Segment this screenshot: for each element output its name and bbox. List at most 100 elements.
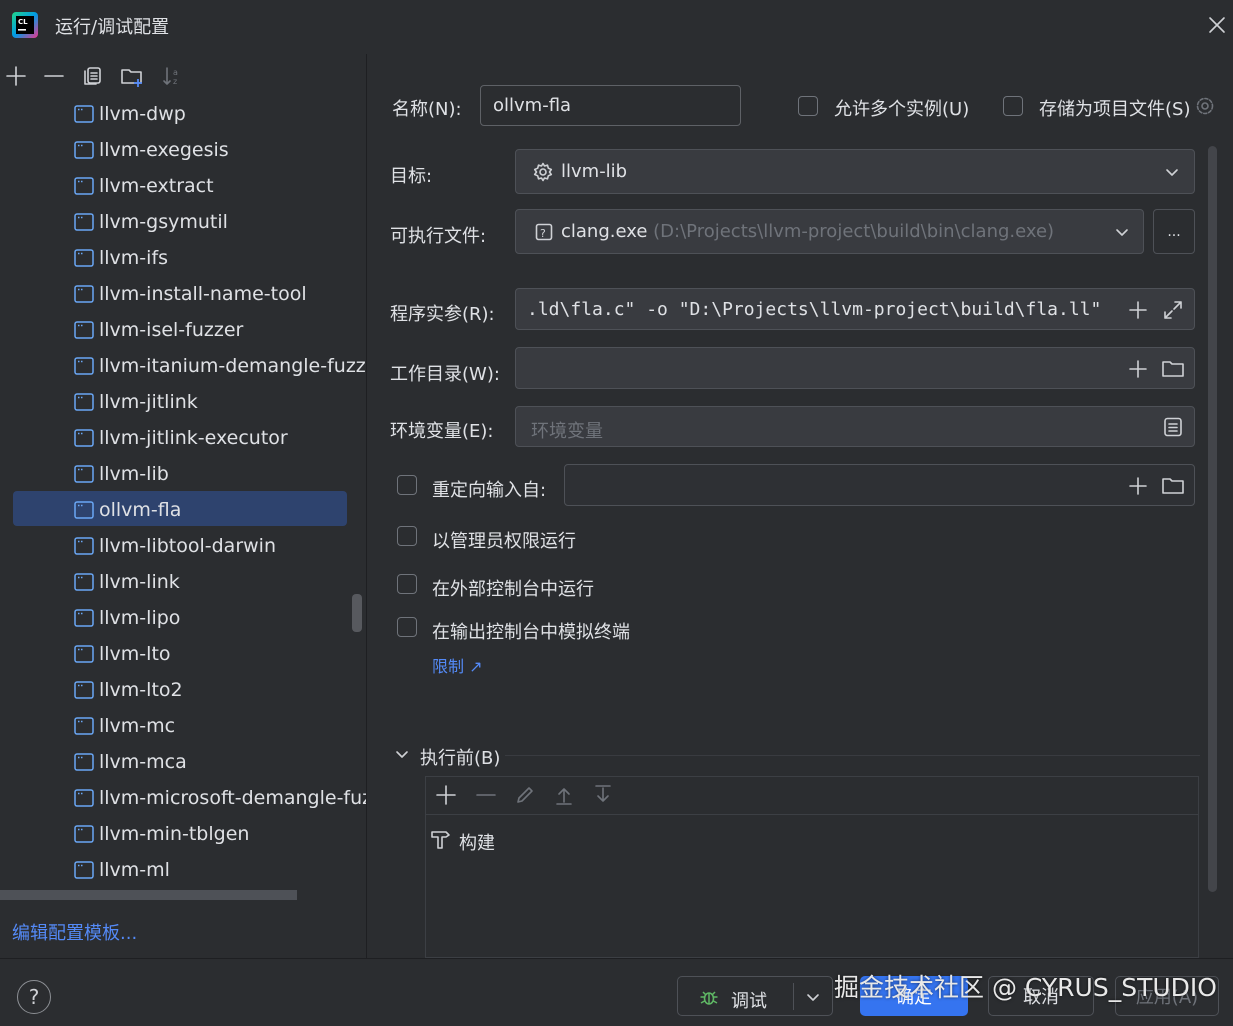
panel-divider[interactable] (366, 54, 367, 958)
tree-item-label: llvm-libtool-darwin (99, 535, 276, 557)
expand-icon[interactable] (1162, 299, 1184, 321)
cmake-app-icon (74, 177, 94, 195)
browse-button[interactable]: ... (1153, 209, 1195, 254)
before-launch-label[interactable]: 执行前(B) (420, 744, 500, 770)
tree-item[interactable]: llvm-lto (74, 638, 171, 670)
executable-label: 可执行文件: (390, 226, 487, 247)
tree-horizontal-scrollbar[interactable] (0, 890, 297, 900)
settings-gear-icon[interactable] (1194, 95, 1216, 117)
name-value: ollvm-fla (493, 95, 572, 116)
chevron-down-icon[interactable] (394, 746, 410, 762)
tree-item[interactable]: llvm-dwp (74, 98, 186, 130)
tree-item[interactable]: ollvm-fla (74, 494, 181, 526)
name-field[interactable]: ollvm-fla (480, 85, 741, 126)
tree-item-label: llvm-lto (99, 643, 171, 665)
program-args-label: 程序实参(R): (390, 304, 495, 325)
split-divider (793, 983, 794, 1010)
tree-item[interactable]: llvm-link (74, 566, 180, 598)
tree-item-label: llvm-microsoft-demangle-fuzzer (99, 787, 366, 809)
tree-item-label: llvm-mc (99, 715, 176, 737)
debug-button[interactable]: 调试 (677, 976, 833, 1016)
tree-item-label: llvm-min-tblgen (99, 823, 250, 845)
tree-item[interactable]: llvm-jitlink (74, 386, 198, 418)
working-dir-label: 工作目录(W): (390, 364, 500, 385)
move-down-icon (592, 784, 614, 806)
tree-item[interactable]: llvm-itanium-demangle-fuzzer (74, 350, 366, 382)
store-as-project-label: 存储为项目文件(S) (1039, 99, 1191, 120)
tree-item[interactable]: llvm-mc (74, 710, 175, 742)
cmake-app-icon (74, 573, 94, 591)
cmake-app-icon (74, 681, 94, 699)
svg-text:a: a (173, 68, 178, 77)
help-button[interactable]: ? (17, 980, 51, 1014)
redirect-input-checkbox[interactable] (397, 475, 417, 495)
list-editor-icon[interactable] (1163, 417, 1183, 437)
new-folder-icon[interactable] (120, 64, 144, 88)
tree-item[interactable]: llvm-ml (74, 854, 170, 886)
edit-templates-link[interactable]: 编辑配置模板... (12, 919, 137, 945)
allow-multiple-checkbox[interactable] (798, 96, 818, 116)
tree-item[interactable]: llvm-extract (74, 170, 214, 202)
debug-label: 调试 (731, 991, 767, 1012)
tree-item[interactable]: llvm-jitlink-executor (74, 422, 288, 454)
remove-icon (475, 784, 497, 806)
store-as-project-checkbox[interactable] (1003, 96, 1023, 116)
tree-item-label: llvm-jitlink-executor (99, 427, 288, 449)
tree-item[interactable]: llvm-lto2 (74, 674, 183, 706)
folder-icon[interactable] (1161, 358, 1185, 380)
tree-item[interactable]: llvm-mca (74, 746, 187, 778)
add-icon[interactable] (435, 784, 457, 806)
tree-item[interactable]: llvm-install-name-tool (74, 278, 307, 310)
external-console-label: 在外部控制台中运行 (432, 579, 594, 600)
cmake-app-icon (74, 429, 94, 447)
target-value: llvm-lib (561, 161, 628, 182)
allow-multiple-label: 允许多个实例(U) (834, 99, 970, 120)
env-field[interactable]: 环境变量 (515, 406, 1195, 447)
tree-item[interactable]: llvm-exegesis (74, 134, 229, 166)
chevron-down-icon[interactable] (805, 989, 821, 1005)
executable-select[interactable]: ? clang.exe (D:\Projects\llvm-project\bu… (515, 209, 1144, 254)
executable-value: clang.exe (D:\Projects\llvm-project\buil… (561, 221, 1054, 242)
tree-item-label: llvm-install-name-tool (99, 283, 307, 305)
add-icon[interactable] (1128, 300, 1148, 320)
working-dir-field[interactable] (515, 347, 1195, 389)
redirect-input-field[interactable] (564, 464, 1195, 506)
tree-item-label: llvm-exegesis (99, 139, 229, 161)
add-icon[interactable] (1128, 476, 1148, 496)
tree-item[interactable]: llvm-lipo (74, 602, 180, 634)
tree-item[interactable]: llvm-lib (74, 458, 169, 490)
cmake-app-icon (74, 753, 94, 771)
program-args-field[interactable]: .ld\fla.c" -o "D:\Projects\llvm-project\… (515, 288, 1195, 330)
limit-link[interactable]: 限制 ↗ (432, 653, 483, 677)
form-vertical-scrollbar[interactable] (1208, 146, 1217, 892)
cmake-app-icon (74, 393, 94, 411)
close-icon[interactable] (1204, 12, 1230, 38)
env-label: 环境变量(E): (390, 421, 494, 442)
folder-icon[interactable] (1161, 475, 1185, 497)
add-icon[interactable] (4, 64, 28, 88)
tree-item[interactable]: llvm-libtool-darwin (74, 530, 276, 562)
external-console-checkbox[interactable] (397, 574, 417, 594)
tree-item[interactable]: llvm-ifs (74, 242, 168, 274)
executable-path: (D:\Projects\llvm-project\build\bin\clan… (653, 221, 1055, 242)
tree-item[interactable]: llvm-isel-fuzzer (74, 314, 243, 346)
add-icon[interactable] (1128, 359, 1148, 379)
cmake-app-icon (74, 609, 94, 627)
tree-item[interactable]: llvm-gsymutil (74, 206, 228, 238)
remove-icon[interactable] (42, 64, 66, 88)
build-hammer-icon (430, 828, 452, 850)
emulate-terminal-label: 在输出控制台中模拟终端 (432, 622, 630, 643)
cmake-app-icon (74, 213, 94, 231)
cmake-app-icon (74, 285, 94, 303)
before-launch-item[interactable]: 构建 (459, 829, 495, 855)
copy-icon[interactable] (81, 64, 105, 88)
emulate-terminal-checkbox[interactable] (397, 617, 417, 637)
tree-vertical-scrollbar[interactable] (352, 594, 362, 632)
run-as-admin-checkbox[interactable] (397, 526, 417, 546)
target-select[interactable]: llvm-lib (515, 149, 1195, 194)
tree-item[interactable]: llvm-min-tblgen (74, 818, 249, 850)
tree-item[interactable]: llvm-microsoft-demangle-fuzzer (74, 782, 366, 814)
cmake-app-icon (74, 141, 94, 159)
env-placeholder: 环境变量 (531, 421, 603, 442)
watermark: 掘金技术社区 @ CYRUS_STUDIO (834, 973, 1217, 1002)
